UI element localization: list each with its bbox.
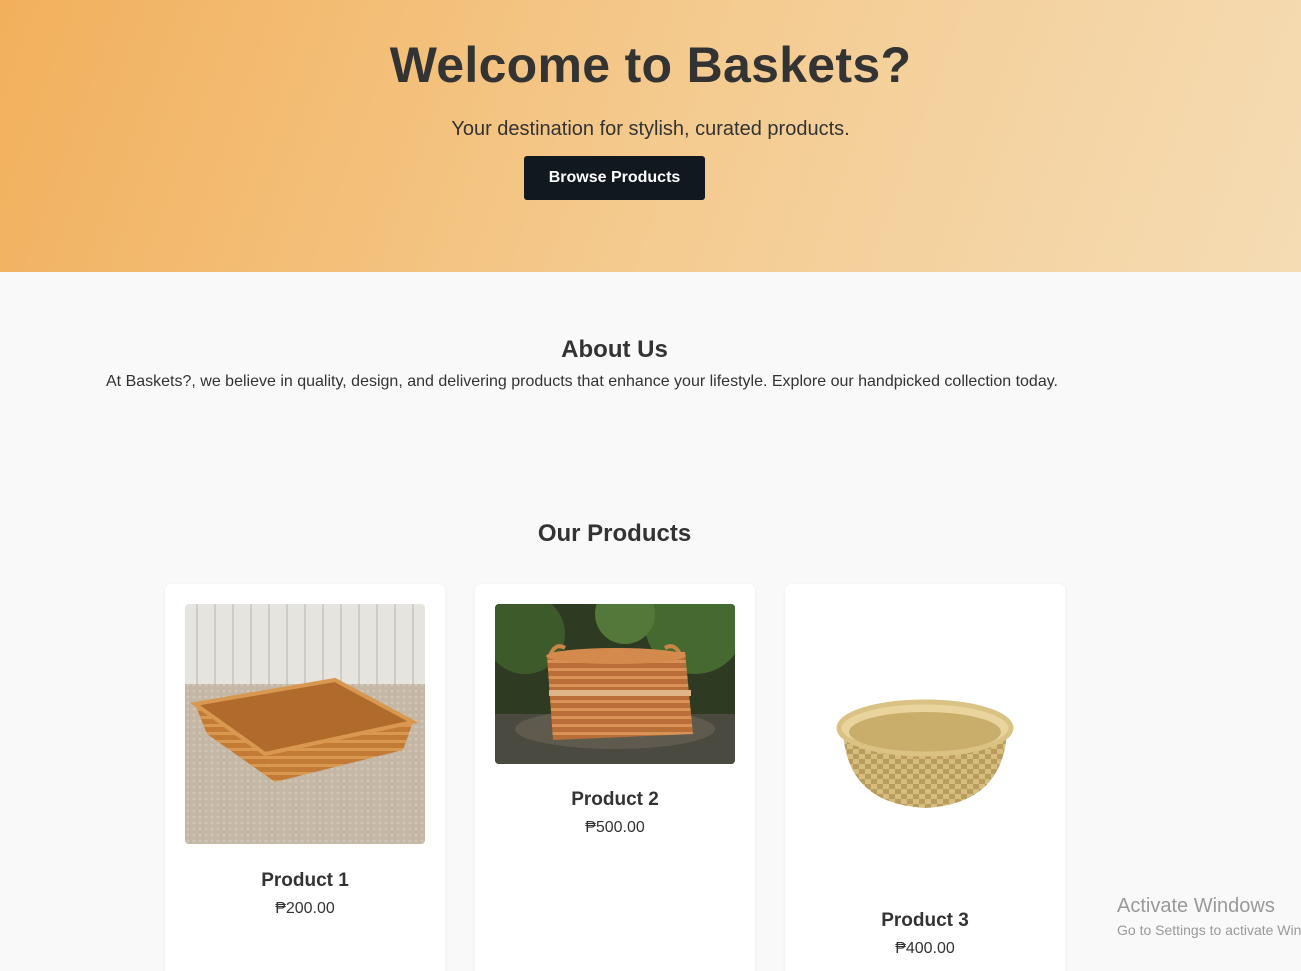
product-card[interactable]: Product 2 ₱500.00 [475, 584, 755, 971]
product-price: ₱200.00 [275, 900, 335, 917]
product-name: Product 3 [881, 910, 969, 931]
hero-banner: Welcome to Baskets? Your destination for… [0, 0, 1301, 272]
browse-products-button[interactable]: Browse Products [524, 156, 705, 200]
product-price: ₱500.00 [585, 819, 645, 836]
product-name: Product 1 [261, 870, 349, 891]
products-title: Our Products [537, 520, 692, 547]
product-card[interactable]: Product 3 ₱400.00 [785, 584, 1065, 971]
product-image[interactable] [185, 604, 425, 844]
hero-subtitle: Your destination for stylish, curated pr… [451, 118, 850, 140]
product-image[interactable] [495, 604, 735, 764]
watermark-subtitle: Go to Settings to activate Windows. [1117, 922, 1301, 938]
hero-title: Welcome to Baskets? [389, 37, 912, 93]
about-text: At Baskets?, we believe in quality, desi… [106, 373, 1058, 390]
product-card[interactable]: Product 1 ₱200.00 [165, 584, 445, 971]
product-image[interactable] [805, 604, 1045, 884]
product-name: Product 2 [571, 789, 659, 810]
watermark-title: Activate Windows [1117, 895, 1275, 917]
activate-windows-watermark: Activate Windows Go to Settings to activ… [1117, 895, 1301, 938]
about-title: About Us [561, 336, 668, 363]
product-price: ₱400.00 [895, 940, 955, 957]
